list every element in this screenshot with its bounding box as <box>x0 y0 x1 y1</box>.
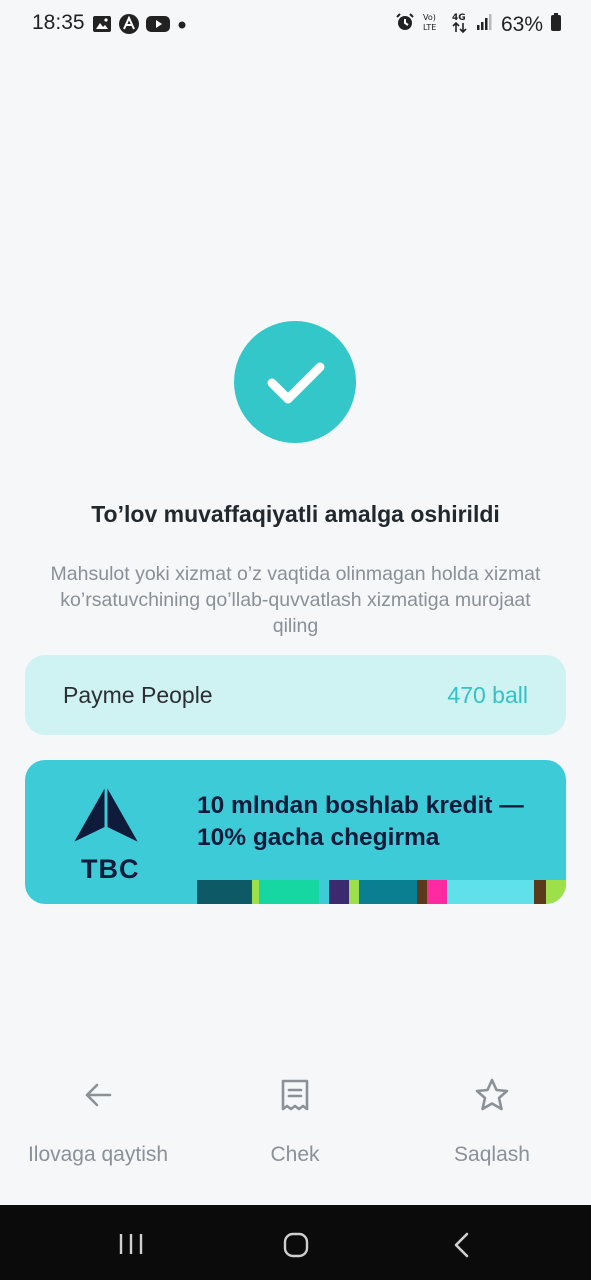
receipt-button[interactable]: Chek <box>195 1075 395 1167</box>
back-to-app-button[interactable]: Ilovaga qaytish <box>0 1075 198 1167</box>
save-button[interactable]: Saqlash <box>392 1075 591 1167</box>
recent-apps-icon[interactable] <box>118 1232 144 1261</box>
dot-icon <box>176 18 188 36</box>
network-4g-icon: 4G <box>451 11 469 39</box>
arrow-left-icon <box>0 1075 198 1115</box>
payme-people-card[interactable]: Payme People 470 ball <box>25 655 566 735</box>
battery-text: 63% <box>500 13 543 36</box>
people-card-points: 470 ball <box>447 682 528 708</box>
tbc-logo-text: TBC <box>81 854 140 884</box>
check-icon <box>267 362 325 404</box>
alarm-icon <box>395 12 415 38</box>
tbc-logo-icon <box>71 784 141 853</box>
support-message: Mahsulot yoki xizmat o’z vaqtida olinmag… <box>50 563 541 637</box>
status-bar: 18:35 Vo) LTE 4G 63% <box>0 0 591 48</box>
image-icon <box>92 15 112 38</box>
back-to-app-label: Ilovaga qaytish <box>27 1143 169 1166</box>
status-time: 18:35 <box>32 11 85 34</box>
payment-success-title: To’lov muvaffaqiyatli amalga oshirildi <box>91 501 500 527</box>
volte-icon: Vo) LTE <box>423 12 443 38</box>
battery-icon <box>551 13 561 37</box>
star-icon <box>392 1075 591 1115</box>
receipt-label: Chek <box>270 1143 320 1166</box>
system-navigation-bar <box>0 1205 591 1280</box>
receipt-icon <box>195 1075 395 1115</box>
vpn-icon <box>118 13 140 40</box>
success-check-badge <box>234 321 356 443</box>
signal-icon <box>476 13 493 37</box>
youtube-icon <box>146 15 170 38</box>
people-card-label: Payme People <box>63 682 213 708</box>
tbc-promo-banner[interactable]: TBC 10 mlndan boshlab kredit — 10% gacha… <box>25 760 566 904</box>
banner-headline: 10 mlndan boshlab kredit — 10% gacha che… <box>197 792 524 851</box>
save-label: Saqlash <box>454 1143 530 1166</box>
svg-text:Vo): Vo) <box>423 13 436 22</box>
svg-text:LTE: LTE <box>423 23 436 32</box>
svg-text:4G: 4G <box>452 13 466 23</box>
banner-decor-stripes <box>197 880 566 904</box>
back-icon[interactable] <box>452 1232 472 1263</box>
bottom-actions: Ilovaga qaytish Chek Saqlash <box>0 1075 591 1185</box>
home-icon[interactable] <box>283 1232 309 1263</box>
